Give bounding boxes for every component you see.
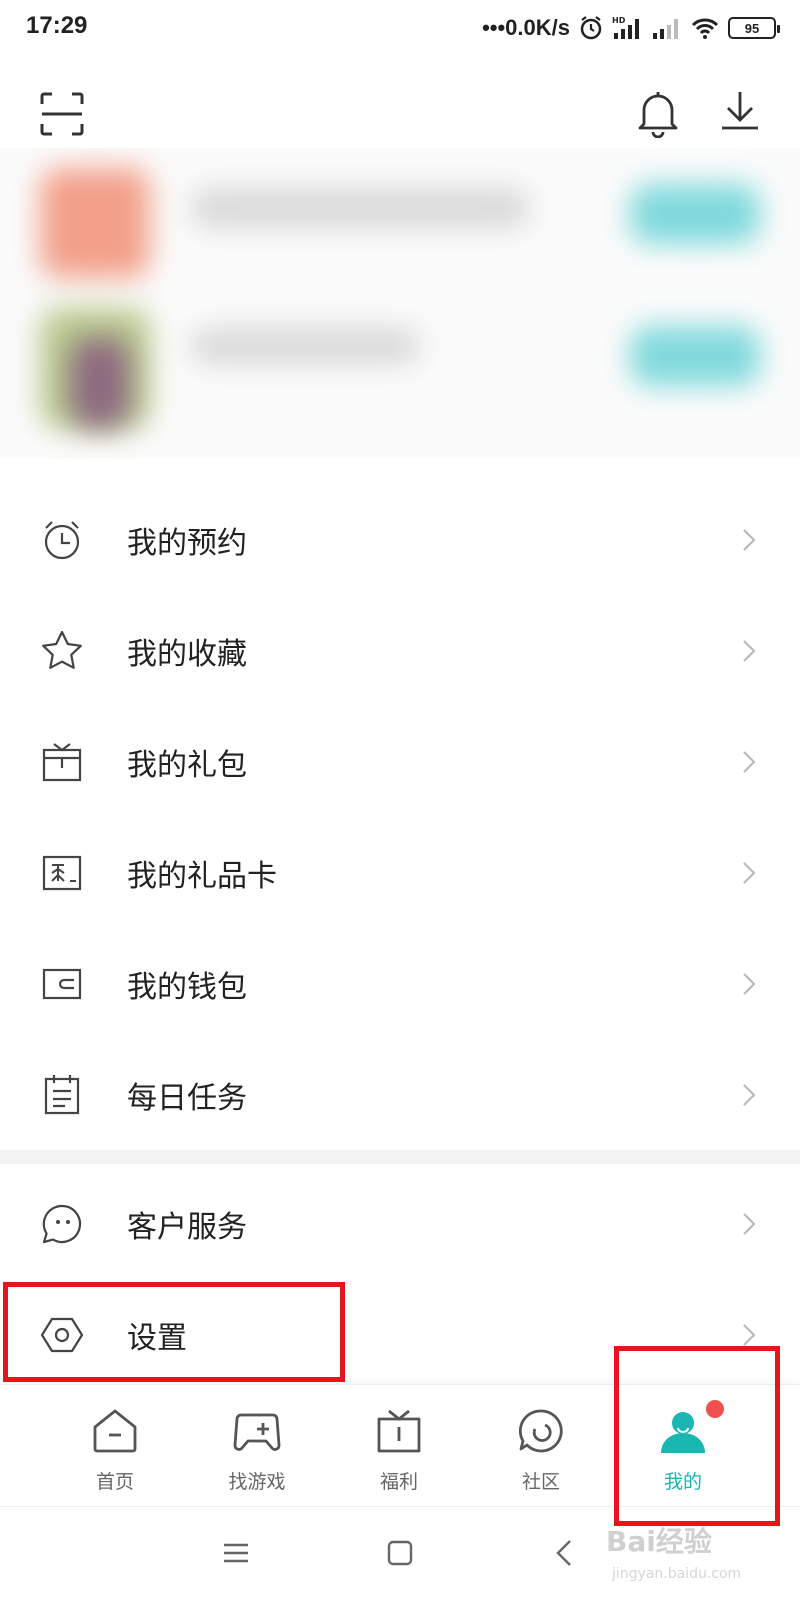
highlight-settings-box	[3, 1282, 345, 1382]
nav-label: 找游戏	[228, 1471, 286, 1493]
community-icon	[518, 1409, 563, 1453]
menu-icon[interactable]	[216, 1533, 256, 1573]
menu-label: 我的礼包	[127, 747, 247, 783]
chevron-right-icon	[743, 1212, 756, 1235]
chevron-right-icon	[743, 750, 756, 773]
home-icon	[93, 1409, 137, 1453]
menu-item-reservations[interactable]: 我的预约	[0, 484, 800, 595]
nav-label: 首页	[95, 1471, 134, 1493]
alarm-clock-icon	[44, 520, 80, 559]
menu-label: 每日任务	[127, 1080, 247, 1116]
status-bar: 17:29 •••0.0K/s HD 95	[0, 0, 800, 56]
menu-label: 我的钱包	[127, 969, 247, 1005]
alarm-status-icon	[580, 16, 602, 40]
clipboard-icon	[44, 1074, 80, 1114]
chevron-right-icon	[743, 528, 756, 551]
gift-box-icon	[42, 742, 82, 781]
status-icons: •••0.0K/s HD 95	[482, 12, 780, 44]
signal-hd-icon: HD	[612, 16, 639, 39]
gift-card-icon	[42, 855, 82, 890]
top-toolbar	[0, 80, 800, 150]
gift-icon	[377, 1409, 421, 1453]
signal-icon	[653, 19, 678, 39]
menu-label: 我的礼品卡	[127, 858, 277, 894]
nav-item-home[interactable]: 首页	[55, 1385, 175, 1507]
wallet-icon	[42, 968, 82, 999]
nav-item-benefits[interactable]: 福利	[339, 1385, 459, 1507]
home-square-icon[interactable]	[380, 1533, 420, 1573]
recent-game-thumb-1	[40, 168, 150, 278]
network-speed: •••0.0K/s	[482, 15, 570, 40]
nav-label: 福利	[379, 1471, 418, 1493]
menu-item-favorites[interactable]: 我的收藏	[0, 595, 800, 706]
recent-game-title-1	[190, 188, 530, 228]
nav-item-community[interactable]: 社区	[481, 1385, 601, 1507]
scan-icon[interactable]	[40, 92, 84, 136]
menu-item-gift-cards[interactable]: 我的礼品卡	[0, 817, 800, 928]
chat-bubble-icon	[42, 1204, 82, 1243]
section-divider	[0, 1150, 800, 1164]
download-icon[interactable]	[718, 88, 762, 138]
svg-text:HD: HD	[612, 16, 626, 25]
recent-game-title-2	[190, 328, 420, 364]
nav-item-find-games[interactable]: 找游戏	[197, 1385, 317, 1507]
gamepad-icon	[233, 1413, 281, 1451]
highlight-me-tab-box	[614, 1346, 780, 1526]
recent-game-thumb-2-inner	[70, 338, 130, 428]
chevron-right-icon	[743, 639, 756, 662]
watermark-url: jingyan.baidu.com	[612, 1566, 742, 1582]
menu-item-customer-service[interactable]: 客户服务	[0, 1168, 800, 1279]
chevron-right-icon	[743, 1083, 756, 1106]
nav-label: 社区	[521, 1471, 560, 1493]
battery-indicator: 95	[728, 17, 780, 39]
menu-item-daily-tasks[interactable]: 每日任务	[0, 1039, 800, 1150]
menu-label: 我的预约	[127, 525, 247, 561]
menu-label: 我的收藏	[127, 636, 247, 672]
bell-icon[interactable]	[636, 88, 680, 138]
status-time: 17:29	[26, 12, 88, 39]
chevron-right-icon	[743, 972, 756, 995]
menu-label: 客户服务	[127, 1209, 247, 1245]
chevron-right-icon	[743, 861, 756, 884]
recent-game-button-1[interactable]	[630, 184, 760, 244]
chevron-right-icon	[743, 1323, 756, 1346]
recent-game-button-2[interactable]	[630, 326, 760, 386]
wifi-icon	[691, 18, 719, 39]
recent-games-blurred	[0, 148, 800, 458]
watermark-logo: Bai经验	[606, 1525, 712, 1558]
star-icon	[42, 630, 82, 669]
menu-item-wallet[interactable]: 我的钱包	[0, 928, 800, 1039]
menu-item-gift-packs[interactable]: 我的礼包	[0, 706, 800, 817]
menu-list: 我的预约 我的收藏 我的礼包 我的礼品卡 我的钱包 每日任务	[0, 484, 800, 1150]
back-icon[interactable]	[546, 1533, 586, 1573]
